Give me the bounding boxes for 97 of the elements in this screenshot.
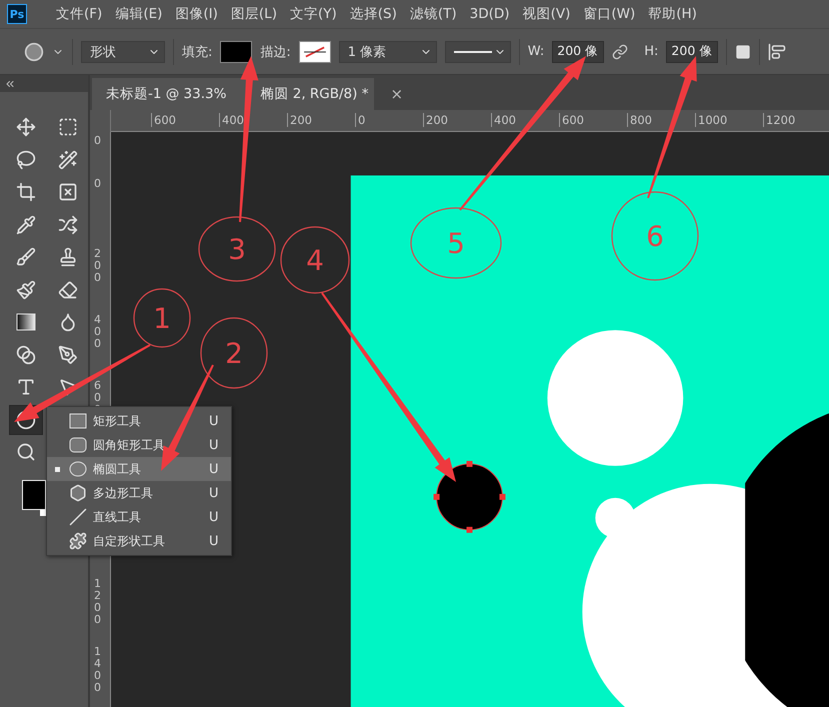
menu-item[interactable]: 编辑(E) — [115, 5, 162, 23]
menu-item[interactable]: 窗口(W) — [583, 5, 636, 23]
crop-icon — [16, 182, 36, 202]
stroke-style-dropdown[interactable] — [444, 40, 511, 62]
ruler-label: 1000 — [695, 113, 728, 127]
shortcut-key: U — [209, 414, 231, 428]
menu-item[interactable]: 直线工具 U — [47, 505, 231, 529]
stroke-label: 描边: — [260, 44, 291, 60]
ruler-label: 600 — [151, 113, 176, 127]
text-icon — [16, 377, 36, 397]
shortcut-key: U — [209, 534, 231, 548]
ruler-label: 200 — [94, 248, 102, 284]
blend-icon — [16, 344, 36, 364]
eyedropper-icon — [16, 214, 36, 234]
menu-item[interactable]: 椭圆工具 U — [47, 457, 231, 481]
pen-icon — [58, 344, 78, 364]
marquee-icon — [58, 117, 78, 137]
brush-icon — [16, 247, 36, 267]
ruler-label: 600 — [559, 113, 584, 127]
ruler-label: 800 — [627, 113, 652, 127]
annotation-circle — [200, 317, 268, 389]
frame-icon — [58, 182, 78, 202]
search-icon — [16, 442, 36, 462]
width-field[interactable]: 200 像 — [552, 40, 604, 62]
document-title: 未标题-1 @ 33.3% — [106, 85, 226, 103]
square-icon[interactable] — [735, 44, 752, 60]
ruler-label: 1400 — [94, 646, 102, 694]
shortcut-key: U — [209, 510, 231, 524]
menu-label: 直线工具 — [93, 508, 142, 526]
brush-icon — [16, 280, 36, 300]
close-button[interactable]: × — [390, 85, 404, 103]
menu-label: 矩形工具 — [93, 412, 142, 430]
annotation-number: 4 — [306, 244, 324, 277]
stroke-swatch[interactable] — [298, 40, 331, 62]
fill-label: 填充: — [182, 44, 212, 60]
annotation-number: 6 — [646, 220, 664, 253]
shortcut-key: U — [209, 438, 231, 452]
menu-item[interactable]: 滤镜(T) — [410, 5, 457, 23]
app-logo: Ps — [7, 4, 27, 24]
ruler-label: 200 — [287, 113, 312, 127]
height-label: H: — [644, 44, 658, 59]
align-icon[interactable] — [768, 42, 786, 60]
puzzle-icon — [69, 532, 87, 550]
ruler-label: 400 — [491, 113, 516, 127]
ruler-label: 0 — [94, 135, 102, 148]
ellipse-shape[interactable] — [434, 460, 506, 533]
stroke-width-dropdown[interactable]: 1 像素 — [338, 40, 437, 62]
eraser-icon — [58, 280, 78, 300]
ellipse-icon — [69, 460, 87, 478]
menu-item[interactable]: 多边形工具 U — [47, 481, 231, 505]
rectangle-icon — [69, 412, 87, 430]
annotation-circle — [133, 288, 191, 348]
menu-item[interactable]: 文件(F) — [56, 5, 102, 23]
menu-label: 多边形工具 — [93, 484, 154, 502]
link-icon[interactable] — [612, 44, 628, 60]
menu-label: 椭圆工具 — [93, 460, 142, 478]
shortcut-key: U — [209, 486, 231, 500]
ruler-label: 0 — [94, 178, 102, 190]
mode-dropdown[interactable]: 形状 — [81, 40, 165, 62]
hexagon-icon — [69, 484, 87, 502]
lasso-icon — [16, 150, 36, 170]
menu-item[interactable]: 图层(L) — [230, 5, 277, 23]
fill-swatch[interactable] — [220, 40, 252, 62]
menu-item[interactable]: 视图(V) — [522, 5, 570, 23]
menu-item[interactable]: 3D(D) — [470, 6, 510, 22]
line-icon — [69, 508, 87, 526]
menu-label: 圆角矩形工具 — [93, 436, 166, 454]
menu-item[interactable]: 矩形工具 U — [47, 409, 231, 433]
menu-item[interactable]: 选择(S) — [350, 5, 397, 23]
wand-icon — [58, 150, 78, 170]
stamp-icon — [58, 247, 78, 267]
ruler-label: 1200 — [763, 113, 796, 127]
shortcut-key: U — [209, 462, 231, 476]
menu-item[interactable]: 图像(I) — [175, 5, 218, 23]
ruler-label: 200 — [423, 113, 448, 127]
ruler-label: 1200 — [94, 578, 102, 626]
menu-item[interactable]: 帮助(H) — [648, 5, 697, 23]
move-icon — [16, 117, 36, 137]
line-style-icon — [454, 50, 492, 54]
ruler-label: 0 — [355, 113, 366, 127]
ruler-label: 400 — [94, 314, 102, 350]
menu-item[interactable]: 文字(Y) — [290, 5, 337, 23]
rounded-rectangle-icon — [69, 436, 87, 454]
height-field[interactable]: 200 像 — [666, 40, 718, 62]
shuffle-icon — [58, 214, 78, 234]
document-title: 椭圆 2, RGB/8) * — [260, 85, 368, 103]
menu-item[interactable]: 自定形状工具 U — [47, 529, 231, 553]
annotation-number: 3 — [228, 233, 246, 266]
annotation-circle — [280, 226, 350, 294]
ellipse-icon[interactable] — [24, 42, 44, 62]
annotation-number: 1 — [153, 302, 171, 335]
width-label: W: — [528, 44, 544, 59]
gradient-icon — [16, 313, 36, 331]
menu-item[interactable]: 圆角矩形工具 U — [47, 433, 231, 457]
annotation-number: 2 — [225, 337, 243, 370]
annotation-number: 5 — [447, 227, 465, 260]
menu-label: 自定形状工具 — [93, 532, 166, 550]
